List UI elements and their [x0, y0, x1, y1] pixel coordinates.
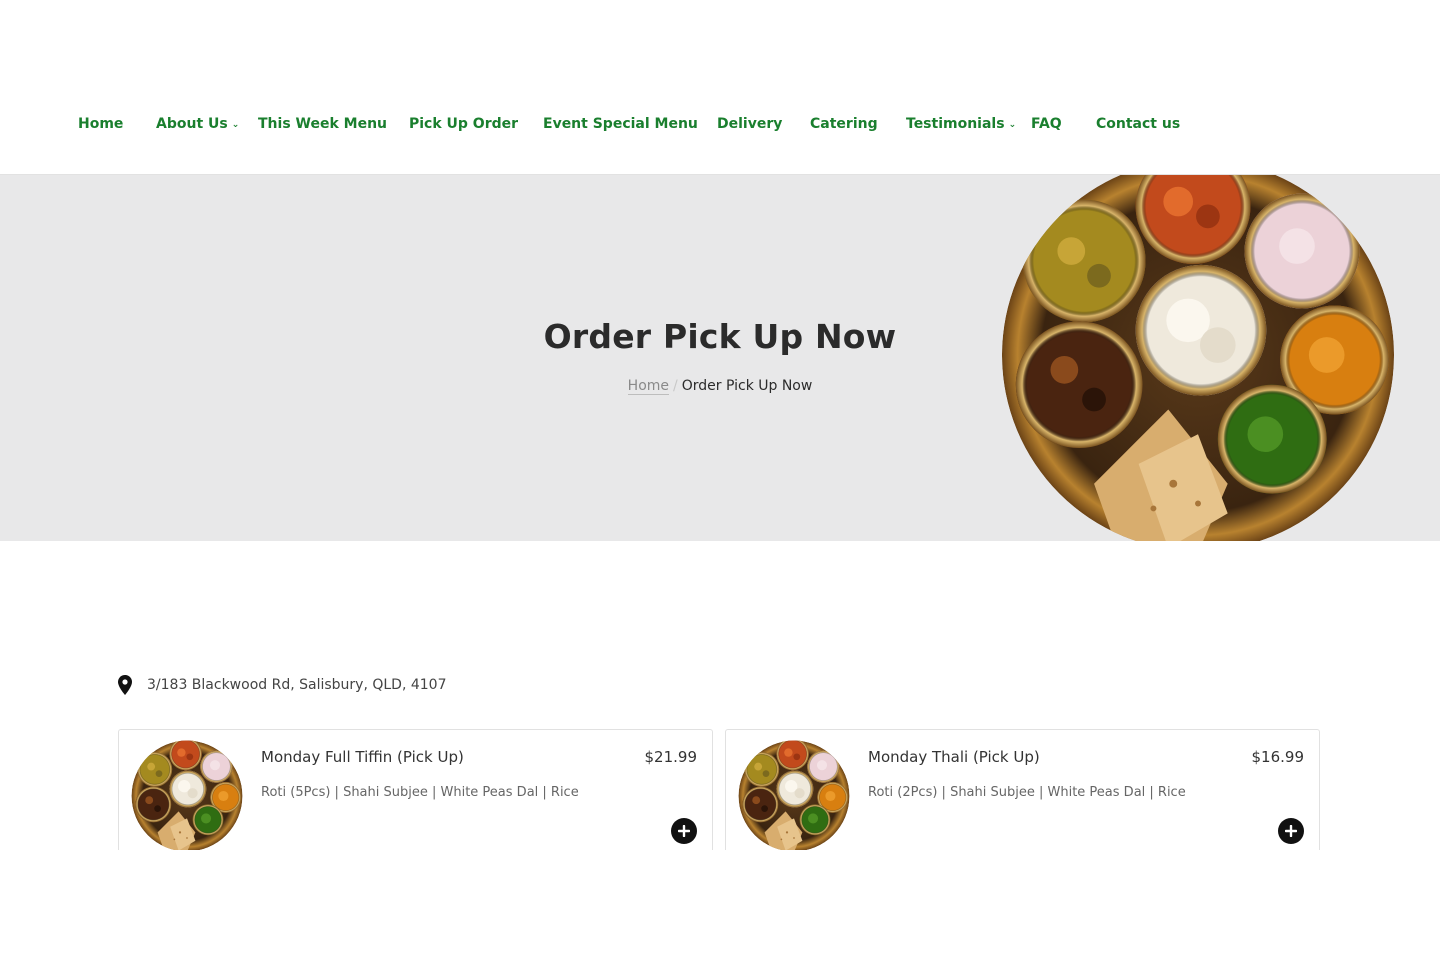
chevron-down-icon: ⌄	[1008, 120, 1017, 130]
nav-catering[interactable]: Catering	[810, 116, 906, 132]
nav-pick-up-order[interactable]: Pick Up Order	[409, 116, 543, 132]
nav-delivery[interactable]: Delivery	[717, 116, 810, 132]
chevron-down-icon: ⌄	[231, 120, 240, 130]
main-nav: Home About Us ⌄ This Week Menu Pick Up Or…	[78, 116, 1180, 132]
nav-label: Catering	[810, 116, 878, 132]
product-card[interactable]: Monday Thali (Pick Up) $16.99 Roti (2Pcs…	[725, 729, 1320, 850]
product-price: $21.99	[644, 748, 698, 766]
breadcrumb-current: Order Pick Up Now	[681, 378, 813, 394]
product-title[interactable]: Monday Full Tiffin (Pick Up)	[261, 748, 464, 766]
thali-plate-image	[1001, 175, 1395, 541]
product-title[interactable]: Monday Thali (Pick Up)	[868, 748, 1040, 766]
product-card[interactable]: Monday Full Tiffin (Pick Up) $21.99 Roti…	[118, 729, 713, 850]
nav-label: Testimonials	[906, 116, 1005, 132]
add-to-cart-button[interactable]	[671, 818, 697, 844]
site-header: Home About Us ⌄ This Week Menu Pick Up Or…	[0, 0, 1440, 175]
product-description: Roti (2Pcs) | Shahi Subjee | White Peas …	[868, 785, 1186, 800]
store-location: 3/183 Blackwood Rd, Salisbury, QLD, 4107	[118, 675, 446, 695]
store-address: 3/183 Blackwood Rd, Salisbury, QLD, 4107	[147, 677, 447, 693]
product-grid: Monday Full Tiffin (Pick Up) $21.99 Roti…	[118, 729, 1320, 850]
breadcrumb-separator: /	[673, 378, 678, 394]
nav-label: Delivery	[717, 116, 783, 132]
breadcrumb-home-link[interactable]: Home	[627, 378, 670, 395]
product-description: Roti (5Pcs) | Shahi Subjee | White Peas …	[261, 785, 579, 800]
plus-icon	[1285, 825, 1297, 837]
nav-this-week-menu[interactable]: This Week Menu	[258, 116, 409, 132]
add-to-cart-button[interactable]	[1278, 818, 1304, 844]
nav-label: Home	[78, 116, 124, 132]
page-hero: Order Pick Up Now Home / Order Pick Up Now	[0, 175, 1440, 541]
nav-label: About Us	[156, 116, 228, 132]
nav-faq[interactable]: FAQ	[1031, 116, 1096, 132]
product-image	[131, 740, 243, 850]
nav-label: Pick Up Order	[409, 116, 519, 132]
nav-testimonials[interactable]: Testimonials ⌄	[906, 116, 1031, 132]
nav-home[interactable]: Home	[78, 116, 156, 132]
plus-icon	[678, 825, 690, 837]
nav-event-special-menu[interactable]: Event Special Menu	[543, 116, 717, 132]
nav-label: Event Special Menu	[543, 116, 698, 132]
map-pin-icon	[118, 675, 132, 695]
nav-label: FAQ	[1031, 116, 1062, 132]
product-image	[738, 740, 850, 850]
nav-label: This Week Menu	[258, 116, 388, 132]
nav-about-us[interactable]: About Us ⌄	[156, 116, 258, 132]
nav-contact-us[interactable]: Contact us	[1096, 116, 1180, 132]
nav-label: Contact us	[1096, 116, 1181, 132]
product-price: $16.99	[1251, 748, 1305, 766]
